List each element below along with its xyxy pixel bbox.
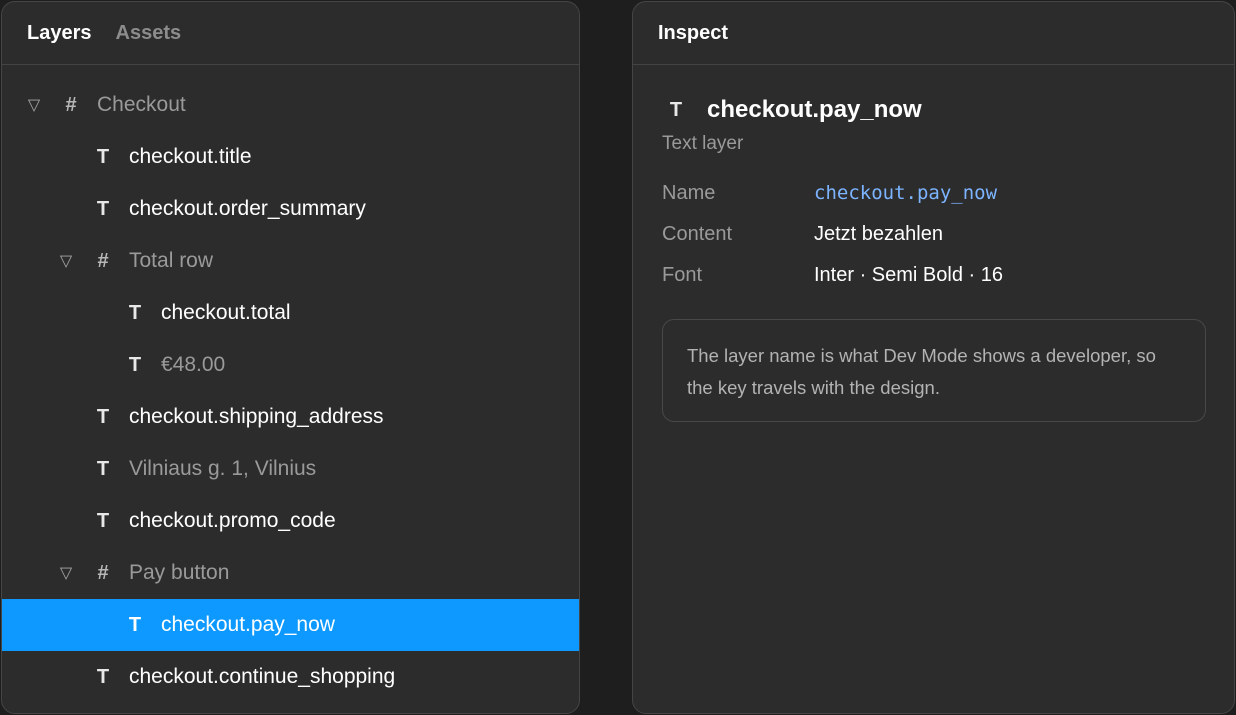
- frame-icon: #: [65, 93, 77, 116]
- layer-row-text[interactable]: Tcheckout.order_summary: [2, 183, 579, 235]
- layer-row-text[interactable]: Tcheckout.promo_code: [2, 495, 579, 547]
- prop-name-value[interactable]: checkout.pay_now: [814, 182, 997, 204]
- tab-assets[interactable]: Assets: [116, 23, 182, 43]
- inspect-panel-header: Inspect: [633, 2, 1234, 65]
- layer-name: checkout.pay_now: [161, 613, 335, 636]
- text-layer-icon: T: [96, 405, 110, 428]
- text-layer-icon: T: [128, 613, 142, 636]
- text-layer-icon: T: [96, 509, 110, 532]
- text-layer-icon: T: [96, 665, 110, 688]
- layer-row-text[interactable]: T €48.00: [2, 339, 579, 391]
- text-layer-icon: T: [669, 98, 683, 121]
- layer-row-text[interactable]: Tcheckout.pay_now: [2, 599, 579, 651]
- text-layer-icon: T: [96, 457, 110, 480]
- prop-content-label: Content: [662, 222, 733, 245]
- inspect-panel: Inspect T checkout.pay_now Text layer Na…: [632, 1, 1235, 714]
- text-layer-icon: T: [96, 145, 110, 168]
- layer-name: checkout.continue_shopping: [129, 665, 396, 688]
- inspect-layer-name: checkout.pay_now: [707, 96, 922, 123]
- tab-layers[interactable]: Layers: [27, 23, 92, 43]
- text-layer-icon: T: [96, 197, 110, 220]
- inspect-title: Inspect: [658, 21, 729, 44]
- prop-font-label: Font: [662, 263, 703, 286]
- layer-row-frame[interactable]: ▽ # Total row: [2, 235, 579, 287]
- layers-panel-header: Layers Assets: [2, 2, 579, 65]
- text-layer-icon: T: [128, 353, 142, 376]
- collapse-caret-icon[interactable]: ▽: [58, 563, 74, 583]
- layer-name: checkout.shipping_address: [129, 405, 384, 428]
- layer-row-frame[interactable]: ▽ # Pay button: [2, 547, 579, 599]
- layer-row-text[interactable]: Tcheckout.title: [2, 131, 579, 183]
- dev-mode-note: The layer name is what Dev Mode shows a …: [662, 319, 1206, 422]
- prop-font-value[interactable]: Inter · Semi Bold · 16: [814, 264, 1003, 287]
- layer-name: checkout.total: [161, 301, 291, 324]
- frame-icon: #: [97, 561, 109, 584]
- layer-name: Total row: [129, 249, 214, 272]
- layer-row-text[interactable]: Tcheckout.shipping_address: [2, 391, 579, 443]
- layer-row-frame[interactable]: ▽ # Checkout: [2, 79, 579, 131]
- prop-name-row: Name checkout.pay_now: [662, 178, 997, 208]
- layer-row-text[interactable]: Tcheckout.total: [2, 287, 579, 339]
- layer-name: checkout.order_summary: [129, 197, 366, 220]
- layer-name: Pay button: [129, 561, 230, 584]
- inspect-layer-kind: Text layer: [662, 133, 744, 154]
- collapse-caret-icon[interactable]: ▽: [58, 251, 74, 271]
- collapse-caret-icon[interactable]: ▽: [26, 95, 42, 115]
- layer-name: checkout.title: [129, 145, 252, 168]
- prop-content-value[interactable]: Jetzt bezahlen: [814, 223, 943, 246]
- frame-icon: #: [97, 249, 109, 272]
- layer-row-text[interactable]: Tcheckout.continue_shopping: [2, 651, 579, 703]
- prop-name-label: Name: [662, 181, 716, 204]
- inspect-layer-header: T checkout.pay_now: [667, 96, 922, 124]
- layer-row-text[interactable]: T Vilniaus g. 1, Vilnius: [2, 443, 579, 495]
- prop-content-row: Content Jetzt bezahlen: [662, 219, 943, 249]
- layers-panel: Layers Assets ▽ # Checkout Tcheckout.title T…: [1, 1, 580, 714]
- layer-name: €48.00: [161, 353, 226, 376]
- layer-name: Vilniaus g. 1, Vilnius: [129, 457, 317, 480]
- text-layer-icon: T: [128, 301, 142, 324]
- prop-font-row: Font Inter · Semi Bold · 16: [662, 260, 1003, 290]
- layer-name: checkout.promo_code: [129, 509, 336, 532]
- layer-name: Checkout: [97, 93, 186, 116]
